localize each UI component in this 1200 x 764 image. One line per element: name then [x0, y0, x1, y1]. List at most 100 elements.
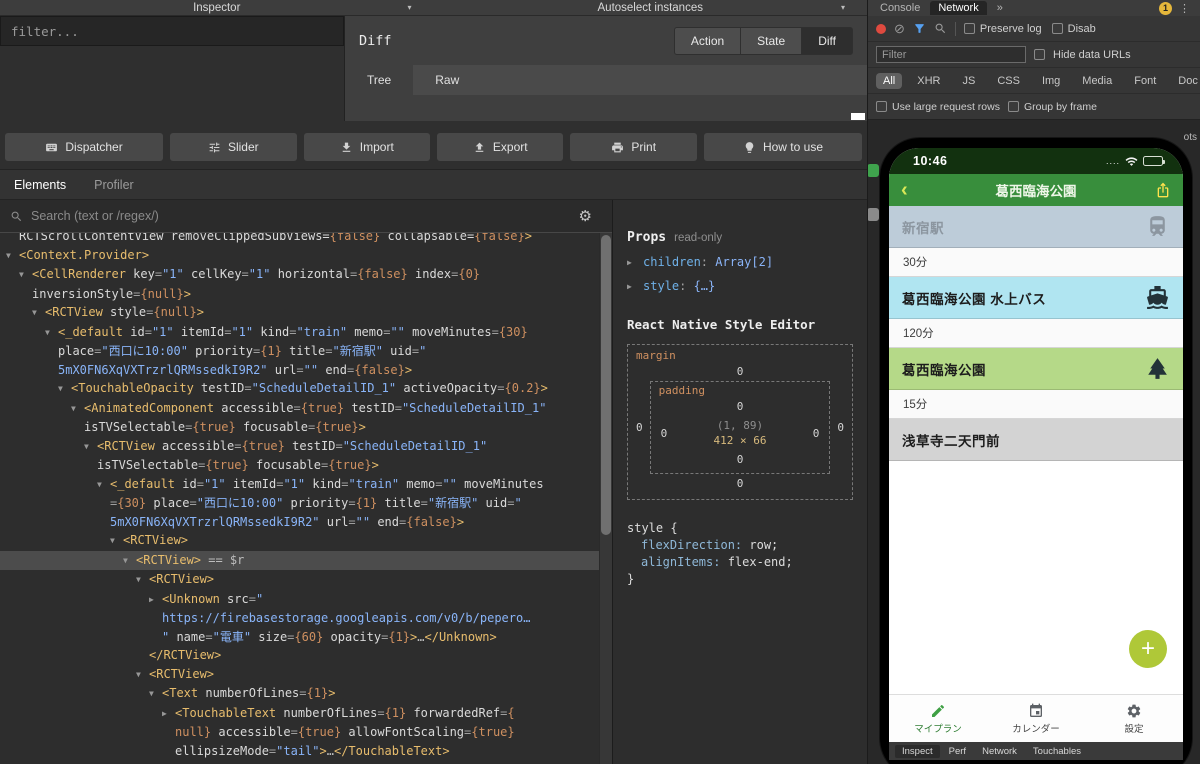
tree-line[interactable]: ▼ <TouchableOpacity testID="ScheduleDetai…	[0, 379, 599, 399]
expanded-arrow-icon[interactable]: ▼	[110, 532, 123, 551]
tree-line[interactable]: ▼ <RCTView accessible={true} testID="Sche…	[0, 437, 599, 457]
expanded-arrow-icon[interactable]: ▼	[45, 324, 58, 343]
tree-line[interactable]: ={30} place="西口に10:00" priority={1} titl…	[0, 494, 599, 513]
expanded-arrow-icon[interactable]: ▼	[123, 552, 136, 571]
network-filter-input[interactable]	[877, 48, 1025, 61]
share-button[interactable]	[1151, 182, 1171, 198]
disab-checkbox[interactable]	[1051, 23, 1063, 34]
search-input[interactable]	[31, 209, 571, 223]
tree-line[interactable]: place="西口に10:00" priority={1} title="新宿駅…	[0, 342, 599, 361]
expanded-arrow-icon[interactable]: ▼	[19, 266, 32, 285]
import-button[interactable]: Import	[303, 133, 431, 161]
collapsed-arrow-icon[interactable]: ▶	[162, 705, 175, 724]
use-large-request-rows-checkbox[interactable]	[876, 101, 887, 112]
gear-icon[interactable]: ⚙	[579, 207, 592, 225]
add-button[interactable]: +	[1129, 630, 1167, 668]
collapsed-arrow-icon[interactable]: ▶	[149, 591, 162, 610]
tree-line[interactable]: ▶ <TouchableText numberOfLines={1} forwar…	[0, 704, 599, 724]
filter-pill-img[interactable]: Img	[1035, 73, 1067, 89]
back-button[interactable]: ‹	[901, 180, 921, 200]
schedule-item[interactable]: 浅草寺二天門前	[889, 419, 1183, 461]
tree-line[interactable]: </RCTView>	[0, 646, 599, 665]
debug-tab-touchables[interactable]: Touchables	[1026, 745, 1088, 758]
tree-line[interactable]: " name="電車" size={60} opacity={1}>…</Unk…	[0, 628, 599, 647]
filter-pill-all[interactable]: All	[876, 72, 903, 89]
tab-elements[interactable]: Elements	[14, 178, 66, 192]
tree-line[interactable]: https://firebasestorage.googleapis.com/v…	[0, 609, 599, 628]
debug-tab-inspect[interactable]: Inspect	[895, 744, 940, 758]
preserve-log-checkbox[interactable]	[963, 23, 975, 34]
warning-badge[interactable]: 1	[1159, 1, 1172, 15]
tree-line[interactable]: inversionStyle={null}>	[0, 285, 599, 304]
margin-left-value[interactable]: 0	[636, 421, 643, 434]
devtools-tab-network[interactable]: Network	[930, 1, 987, 15]
action-filter-input[interactable]: filter...	[0, 16, 344, 46]
padding-right-value[interactable]: 0	[813, 427, 820, 440]
expanded-arrow-icon[interactable]: ▼	[6, 247, 19, 266]
filter-pill-doc[interactable]: Doc	[1171, 73, 1200, 89]
devtools-tab-[interactable]: »	[989, 1, 1011, 15]
tree-line[interactable]: ▼ <_default id="1" itemId="1" kind="train…	[0, 323, 599, 343]
how-to-use-button[interactable]: How to use	[703, 133, 863, 161]
group-by-frame-checkbox[interactable]	[1007, 101, 1019, 112]
collapsed-arrow-icon[interactable]: ▶	[627, 282, 643, 291]
padding-left-value[interactable]: 0	[661, 427, 668, 440]
expanded-arrow-icon[interactable]: ▼	[58, 380, 71, 399]
hide-data-urls-checkbox[interactable]	[1034, 49, 1045, 60]
expanded-arrow-icon[interactable]: ▼	[84, 438, 97, 457]
tree-line[interactable]: </Text>	[0, 760, 599, 764]
app-tab[interactable]: 設定	[1085, 695, 1183, 742]
filter-pill-xhr[interactable]: XHR	[910, 73, 947, 89]
tree-line[interactable]: ▼ <CellRenderer key="1" cellKey="1" horiz…	[0, 265, 599, 285]
tree-line[interactable]: isTVSelectable={true} focusable={true}>	[0, 418, 599, 437]
style-rule-line[interactable]: flexDirection: row;	[627, 537, 853, 554]
diff-mode-action-button[interactable]: Action	[673, 27, 742, 55]
tree-line[interactable]: ▼ <RCTView>	[0, 665, 599, 685]
slider-button[interactable]: Slider	[170, 133, 297, 161]
export-button[interactable]: Export	[437, 133, 564, 161]
expanded-arrow-icon[interactable]: ▼	[136, 666, 149, 685]
tree-line[interactable]: ▼ <RCTView style={null}>	[0, 303, 599, 323]
expanded-arrow-icon[interactable]: ▼	[97, 476, 110, 495]
debug-tab-perf[interactable]: Perf	[942, 745, 973, 758]
padding-top-value[interactable]: 0	[659, 397, 822, 416]
filter-funnel-icon[interactable]	[913, 22, 926, 35]
search-icon[interactable]	[934, 22, 947, 35]
diff-scrollbar-thumb[interactable]	[851, 113, 865, 120]
prop-row-children[interactable]: ▶ children: Array[2]	[627, 255, 853, 269]
margin-bottom-value[interactable]: 0	[636, 474, 844, 493]
menu-dots-icon[interactable]: ⋮	[1179, 2, 1190, 15]
tree-line[interactable]: 5mX0FN6XqVXTrzrlQRMssedkI9R2" url="" end…	[0, 513, 599, 532]
tree-line[interactable]: RCTScrollContentView removeClippedSubVie…	[0, 233, 599, 246]
margin-top-value[interactable]: 0	[636, 362, 844, 381]
expanded-arrow-icon[interactable]: ▼	[32, 304, 45, 323]
margin-right-value[interactable]: 0	[837, 421, 844, 434]
tree-line[interactable]: ▶ <Unknown src="	[0, 590, 599, 610]
clear-icon[interactable]: ⊘	[894, 22, 905, 35]
tree-line[interactable]: ▼ <_default id="1" itemId="1" kind="train…	[0, 475, 599, 495]
tree-line[interactable]: ▼ <Context.Provider>	[0, 246, 599, 266]
prop-row-style[interactable]: ▶ style: {…}	[627, 279, 853, 293]
autoselect-dropdown[interactable]: Autoselect instances ▾	[434, 0, 868, 15]
diff-tab-tree[interactable]: Tree	[345, 65, 414, 95]
tree-line[interactable]: ▼ <RCTView> == $r	[0, 550, 599, 571]
devtools-tab-console[interactable]: Console	[872, 1, 928, 15]
tree-scrollbar[interactable]	[599, 233, 612, 764]
tree-line[interactable]: ▼ <RCTView>	[0, 570, 599, 590]
tree-line[interactable]: null} accessible={true} allowFontScaling…	[0, 723, 599, 742]
collapsed-arrow-icon[interactable]: ▶	[627, 258, 643, 267]
schedule-item[interactable]: 葛西臨海公園 水上バス	[889, 277, 1183, 319]
filter-pill-css[interactable]: CSS	[990, 73, 1027, 89]
inspector-dropdown[interactable]: Inspector ▾	[0, 0, 434, 15]
filter-pill-media[interactable]: Media	[1075, 73, 1119, 89]
tree-line[interactable]: ▼ <AnimatedComponent accessible={true} te…	[0, 399, 599, 419]
filter-pill-font[interactable]: Font	[1127, 73, 1163, 89]
print-button[interactable]: Print	[570, 133, 697, 161]
dispatcher-button[interactable]: Dispatcher	[5, 133, 164, 161]
schedule-item[interactable]: 葛西臨海公園	[889, 348, 1183, 390]
filter-pill-js[interactable]: JS	[955, 73, 982, 89]
diff-mode-diff-button[interactable]: Diff	[802, 27, 853, 55]
app-tab[interactable]: カレンダー	[987, 695, 1085, 742]
tree-line[interactable]: isTVSelectable={true} focusable={true}>	[0, 456, 599, 475]
tree-line[interactable]: ▼ <Text numberOfLines={1}>	[0, 684, 599, 704]
